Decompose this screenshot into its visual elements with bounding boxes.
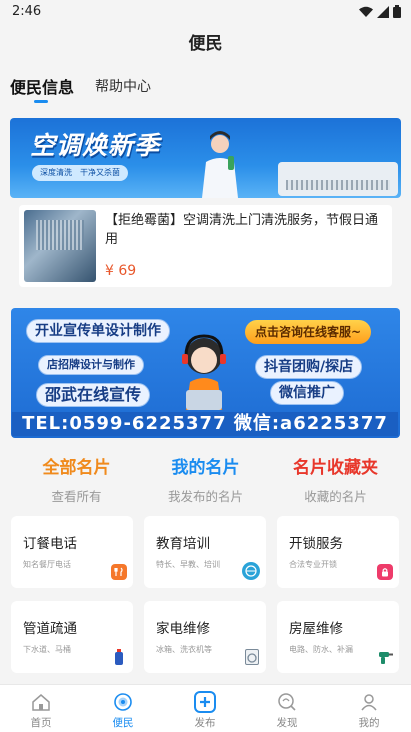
user-icon [358, 691, 380, 713]
quick-link-subtitle: 收藏的名片 [304, 489, 367, 504]
lock-icon [377, 564, 393, 580]
ac-promo-banner[interactable]: 空调焕新季 深度清洗 干净又杀菌 [10, 118, 401, 198]
nav-mine[interactable]: 我的 [328, 685, 410, 732]
quick-link-title: 我的名片 [171, 458, 240, 478]
contact-footer: TEL:0599-6225377 微信:a6225377 [12, 412, 398, 436]
service-card-food-order[interactable]: 订餐电话 知名餐厅电话 [11, 516, 133, 588]
service-subtitle: 特长、早教、培训 [156, 560, 220, 569]
banner-pill-flyer: 开业宣传单设计制作 [26, 319, 170, 343]
nav-label: 发布 [194, 717, 216, 729]
washer-icon [244, 649, 260, 665]
nav-discover[interactable]: 发现 [246, 685, 328, 732]
ac-unit-illustration [278, 162, 398, 196]
home-icon [30, 691, 52, 713]
quick-link-favorites[interactable]: 名片收藏夹 收藏的名片 [267, 456, 404, 505]
globe-icon [242, 562, 260, 580]
quick-link-title: 名片收藏夹 [293, 458, 378, 478]
service-card-plumbing[interactable]: 管道疏通 下水道、马桶 [11, 601, 133, 673]
service-subtitle: 冰箱、洗衣机等 [156, 645, 212, 654]
service-card-locksmith[interactable]: 开锁服务 合法专业开锁 [277, 516, 399, 588]
quick-link-subtitle: 查看所有 [51, 489, 102, 504]
service-subtitle: 下水道、马桶 [23, 645, 71, 654]
wifi-icon [359, 6, 373, 17]
tab-help-center[interactable]: 帮助中心 [95, 76, 151, 96]
quick-link-subtitle: 我发布的名片 [167, 489, 243, 504]
battery-icon [393, 5, 401, 18]
service-card-house-repair[interactable]: 房屋维修 电路、防水、补漏 [277, 601, 399, 673]
bottle-icon [111, 649, 127, 665]
nav-label: 发现 [276, 717, 298, 729]
nav-label: 便民 [112, 717, 134, 729]
drill-icon [377, 649, 393, 665]
status-icons [359, 5, 401, 18]
consult-cta: 点击咨询在线客服~ [245, 320, 372, 344]
quick-link-title: 全部名片 [42, 458, 111, 478]
bottom-navigation: 首页 便民 发布 发现 我的 [0, 684, 411, 732]
page-title: 便民 [188, 34, 223, 54]
service-subtitle: 合法专业开锁 [289, 560, 337, 569]
nav-label: 首页 [30, 717, 52, 729]
banner-pill-wechat: 微信推广 [270, 381, 344, 405]
listing-thumbnail [24, 210, 96, 282]
nav-convenience[interactable]: 便民 [82, 685, 164, 732]
convenience-icon [112, 691, 134, 713]
discover-icon [276, 691, 298, 713]
listing-card[interactable]: 【拒绝霉菌】空调清洗上门清洗服务，节假日通用 ¥ 69 [19, 205, 392, 287]
nav-publish[interactable]: 发布 [164, 685, 246, 732]
tab-bar: 便民信息 帮助中心 [0, 70, 411, 106]
banner-pill-online-promo: 邵武在线宣传 [36, 383, 151, 407]
listing-description: 【拒绝霉菌】空调清洗上门清洗服务，节假日通用 [105, 213, 379, 247]
banner-pill-douyin: 抖音团购/探店 [255, 355, 363, 379]
service-title: 管道疏通 [23, 621, 77, 637]
service-title: 家电维修 [156, 621, 210, 637]
service-title: 房屋维修 [289, 621, 343, 637]
plus-icon [194, 691, 216, 713]
nav-label: 我的 [358, 717, 380, 729]
service-title: 开锁服务 [289, 536, 343, 552]
quick-link-all-cards[interactable]: 全部名片 查看所有 [8, 456, 145, 505]
listing-price: ¥ 69 [105, 263, 137, 279]
technician-illustration [202, 131, 238, 198]
quick-link-my-cards[interactable]: 我的名片 我发布的名片 [137, 456, 274, 505]
support-girl-illustration [182, 334, 226, 410]
banner-headline: 空调焕新季 [30, 131, 161, 160]
signal-icon [377, 5, 389, 18]
service-title: 订餐电话 [23, 536, 77, 552]
status-bar: 2:46 [0, 0, 411, 24]
banner-tags: 深度清洗 干净又杀菌 [32, 165, 128, 181]
service-card-education[interactable]: 教育培训 特长、早教、培训 [144, 516, 266, 588]
nav-home[interactable]: 首页 [0, 685, 82, 732]
status-time: 2:46 [12, 4, 42, 19]
utensils-icon [111, 564, 127, 580]
banner-pill-signboard: 店招牌设计与制作 [38, 355, 144, 375]
service-title: 教育培训 [156, 536, 210, 552]
service-subtitle: 电路、防水、补漏 [289, 645, 353, 654]
title-bar: 便民 [0, 24, 411, 64]
active-tab-indicator [34, 100, 48, 103]
service-card-appliance-repair[interactable]: 家电维修 冰箱、洗衣机等 [144, 601, 266, 673]
service-subtitle: 知名餐厅电话 [23, 560, 71, 569]
tab-convenience-info[interactable]: 便民信息 [10, 74, 74, 98]
